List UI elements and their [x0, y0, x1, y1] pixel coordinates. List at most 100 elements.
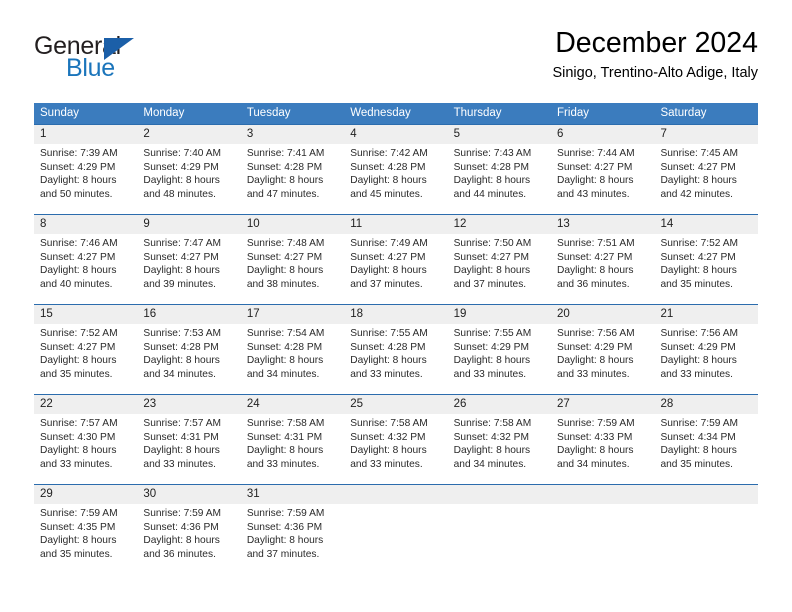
day-cell[interactable]: Sunrise: 7:58 AM Sunset: 4:31 PM Dayligh… — [241, 414, 344, 484]
daylight-text-line2: and 33 minutes. — [660, 368, 733, 380]
day-cell[interactable]: Sunrise: 7:54 AM Sunset: 4:28 PM Dayligh… — [241, 324, 344, 394]
day-cell[interactable]: Sunrise: 7:57 AM Sunset: 4:31 PM Dayligh… — [137, 414, 240, 484]
sunrise-text: Sunrise: 7:39 AM — [40, 148, 118, 159]
day-cell[interactable]: Sunrise: 7:55 AM Sunset: 4:28 PM Dayligh… — [344, 324, 447, 394]
day-number[interactable]: 29 — [34, 485, 137, 504]
sunset-text: Sunset: 4:27 PM — [350, 251, 426, 263]
day-number[interactable]: 9 — [137, 215, 240, 234]
day-cell[interactable]: Sunrise: 7:41 AM Sunset: 4:28 PM Dayligh… — [241, 144, 344, 214]
day-cell[interactable]: Sunrise: 7:59 AM Sunset: 4:34 PM Dayligh… — [654, 414, 757, 484]
day-number[interactable]: 30 — [137, 485, 240, 504]
sunrise-text: Sunrise: 7:59 AM — [557, 418, 635, 429]
day-number[interactable]: 4 — [344, 125, 447, 144]
day-cell[interactable]: Sunrise: 7:51 AM Sunset: 4:27 PM Dayligh… — [551, 234, 654, 304]
day-cell-empty — [551, 504, 654, 574]
day-cell[interactable]: Sunrise: 7:42 AM Sunset: 4:28 PM Dayligh… — [344, 144, 447, 214]
week-day-number-band: 22 23 24 25 26 27 28 — [34, 395, 758, 414]
day-number[interactable]: 28 — [654, 395, 757, 414]
day-number[interactable]: 21 — [654, 305, 757, 324]
day-number[interactable]: 17 — [241, 305, 344, 324]
sunrise-text: Sunrise: 7:59 AM — [246, 508, 325, 519]
day-number[interactable]: 5 — [448, 125, 551, 144]
day-cell[interactable]: Sunrise: 7:59 AM Sunset: 4:33 PM Dayligh… — [551, 414, 654, 484]
day-number[interactable]: 25 — [344, 395, 447, 414]
day-cell[interactable]: Sunrise: 7:56 AM Sunset: 4:29 PM Dayligh… — [654, 324, 757, 394]
weekday-header-row: Sunday Monday Tuesday Wednesday Thursday… — [34, 103, 758, 124]
day-cell[interactable]: Sunrise: 7:43 AM Sunset: 4:28 PM Dayligh… — [448, 144, 551, 214]
day-cell[interactable]: Sunrise: 7:59 AM Sunset: 4:36 PM Dayligh… — [241, 504, 344, 574]
day-cell[interactable]: Sunrise: 7:56 AM Sunset: 4:29 PM Dayligh… — [551, 324, 654, 394]
sunrise-text: Sunrise: 7:56 AM — [660, 328, 739, 339]
day-cell[interactable]: Sunrise: 7:50 AM Sunset: 4:27 PM Dayligh… — [448, 234, 551, 304]
sunrise-text: Sunrise: 7:57 AM — [40, 418, 118, 429]
day-number[interactable]: 26 — [448, 395, 551, 414]
daylight-text-line2: and 37 minutes. — [350, 278, 423, 290]
daylight-text-line1: Daylight: 8 hours — [40, 175, 117, 187]
sunset-text: Sunset: 4:31 PM — [143, 431, 219, 443]
day-cell[interactable]: Sunrise: 7:40 AM Sunset: 4:29 PM Dayligh… — [137, 144, 240, 214]
daylight-text-line1: Daylight: 8 hours — [40, 355, 117, 367]
day-cell[interactable]: Sunrise: 7:57 AM Sunset: 4:30 PM Dayligh… — [34, 414, 137, 484]
sunrise-text: Sunrise: 7:58 AM — [246, 418, 325, 429]
day-cell[interactable]: Sunrise: 7:49 AM Sunset: 4:27 PM Dayligh… — [344, 234, 447, 304]
day-number[interactable]: 15 — [34, 305, 137, 324]
day-number[interactable]: 23 — [137, 395, 240, 414]
page-subtitle: Sinigo, Trentino-Alto Adige, Italy — [552, 65, 758, 81]
day-number[interactable]: 3 — [241, 125, 344, 144]
day-number[interactable]: 12 — [448, 215, 551, 234]
day-cell[interactable]: Sunrise: 7:48 AM Sunset: 4:27 PM Dayligh… — [241, 234, 344, 304]
day-cell[interactable]: Sunrise: 7:58 AM Sunset: 4:32 PM Dayligh… — [344, 414, 447, 484]
daylight-text-line2: and 48 minutes. — [143, 188, 216, 200]
day-cell[interactable]: Sunrise: 7:58 AM Sunset: 4:32 PM Dayligh… — [448, 414, 551, 484]
daylight-text-line2: and 33 minutes. — [40, 458, 113, 470]
sunset-text: Sunset: 4:27 PM — [660, 251, 736, 263]
day-number[interactable]: 27 — [551, 395, 654, 414]
day-number[interactable]: 20 — [551, 305, 654, 324]
day-number[interactable]: 24 — [241, 395, 344, 414]
sunset-text: Sunset: 4:28 PM — [143, 341, 219, 353]
logo-text-blue: Blue — [66, 54, 115, 82]
daylight-text-line2: and 47 minutes. — [246, 188, 320, 200]
day-cell[interactable]: Sunrise: 7:59 AM Sunset: 4:36 PM Dayligh… — [137, 504, 240, 574]
day-cell[interactable]: Sunrise: 7:55 AM Sunset: 4:29 PM Dayligh… — [448, 324, 551, 394]
calendar-week-row: 15 16 17 18 19 20 21 Sunrise: 7:52 AM Su… — [34, 304, 758, 394]
day-cell[interactable]: Sunrise: 7:39 AM Sunset: 4:29 PM Dayligh… — [34, 144, 137, 214]
daylight-text-line1: Daylight: 8 hours — [557, 265, 634, 277]
daylight-text-line2: and 38 minutes. — [246, 278, 320, 290]
daylight-text-line1: Daylight: 8 hours — [350, 175, 427, 187]
day-cell[interactable]: Sunrise: 7:52 AM Sunset: 4:27 PM Dayligh… — [654, 234, 757, 304]
day-number[interactable]: 11 — [344, 215, 447, 234]
sunrise-text: Sunrise: 7:50 AM — [453, 238, 532, 249]
daylight-text-line2: and 37 minutes. — [453, 278, 527, 290]
calendar-page: General Blue December 2024 Sinigo, Trent… — [0, 0, 792, 612]
day-number[interactable]: 2 — [137, 125, 240, 144]
day-number[interactable]: 6 — [551, 125, 654, 144]
day-number[interactable]: 18 — [344, 305, 447, 324]
daylight-text-line1: Daylight: 8 hours — [453, 175, 531, 187]
day-cell[interactable]: Sunrise: 7:59 AM Sunset: 4:35 PM Dayligh… — [34, 504, 137, 574]
sunrise-text: Sunrise: 7:56 AM — [557, 328, 635, 339]
sunrise-text: Sunrise: 7:54 AM — [246, 328, 325, 339]
day-cell[interactable]: Sunrise: 7:44 AM Sunset: 4:27 PM Dayligh… — [551, 144, 654, 214]
weekday-header-saturday: Saturday — [660, 107, 707, 119]
daylight-text-line1: Daylight: 8 hours — [246, 445, 324, 457]
day-number[interactable]: 19 — [448, 305, 551, 324]
weekday-header-monday: Monday — [143, 107, 185, 119]
day-number[interactable]: 14 — [654, 215, 757, 234]
day-number[interactable]: 16 — [137, 305, 240, 324]
day-cell[interactable]: Sunrise: 7:45 AM Sunset: 4:27 PM Dayligh… — [654, 144, 757, 214]
day-number[interactable]: 13 — [551, 215, 654, 234]
week-detail-band: Sunrise: 7:57 AM Sunset: 4:30 PM Dayligh… — [34, 414, 758, 484]
day-number[interactable]: 10 — [241, 215, 344, 234]
sunrise-text: Sunrise: 7:55 AM — [453, 328, 532, 339]
day-cell[interactable]: Sunrise: 7:47 AM Sunset: 4:27 PM Dayligh… — [137, 234, 240, 304]
day-number[interactable]: 1 — [34, 125, 137, 144]
day-number[interactable]: 22 — [34, 395, 137, 414]
daylight-text-line2: and 39 minutes. — [143, 278, 216, 290]
day-cell[interactable]: Sunrise: 7:53 AM Sunset: 4:28 PM Dayligh… — [137, 324, 240, 394]
day-number[interactable]: 8 — [34, 215, 137, 234]
day-cell[interactable]: Sunrise: 7:52 AM Sunset: 4:27 PM Dayligh… — [34, 324, 137, 394]
day-number[interactable]: 31 — [241, 485, 344, 504]
day-number[interactable]: 7 — [654, 125, 757, 144]
day-cell[interactable]: Sunrise: 7:46 AM Sunset: 4:27 PM Dayligh… — [34, 234, 137, 304]
